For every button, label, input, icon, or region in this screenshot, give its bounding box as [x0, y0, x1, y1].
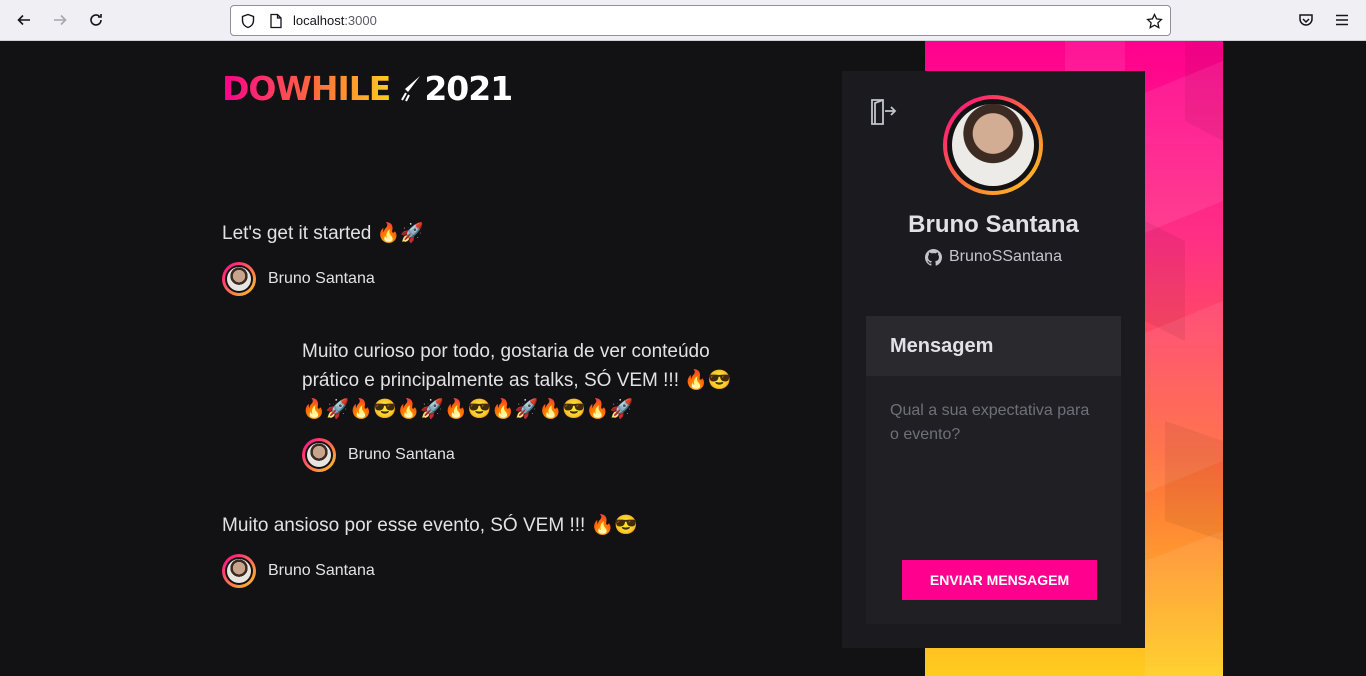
star-icon[interactable]: [1145, 12, 1163, 30]
user-name: Bruno Santana: [908, 211, 1079, 238]
github-handle: BrunoSSantana: [842, 248, 1145, 266]
github-icon: [925, 248, 942, 266]
reload-icon: [90, 14, 102, 26]
message-form: Mensagem Enviar mensagem: [866, 316, 1121, 624]
user-panel: Bruno Santana BrunoSSantana Mensagem Env…: [842, 71, 1145, 648]
author-name: Bruno Santana: [268, 562, 375, 579]
message-author: Bruno Santana: [302, 438, 752, 472]
message-item: Muito ansioso por esse evento, SÓ VEM !!…: [222, 511, 782, 588]
author-name: Bruno Santana: [268, 270, 375, 287]
page-icon: [267, 12, 285, 30]
logo-text: DOWHILE: [222, 68, 391, 108]
message-author: Bruno Santana: [222, 262, 782, 296]
url-bar[interactable]: localhost:3000: [230, 5, 1171, 36]
dowhile-logo: DOWHILE 2021: [222, 68, 513, 108]
menu-button[interactable]: [1328, 6, 1356, 34]
back-button[interactable]: [10, 6, 38, 34]
avatar: [302, 438, 336, 472]
url-text[interactable]: localhost:3000: [293, 13, 377, 28]
message-author: Bruno Santana: [222, 554, 782, 588]
message-text: Muito curioso por todo, gostaria de ver …: [302, 341, 732, 420]
page: DOWHILE 2021 Let's get it started 🔥🚀 Bru…: [0, 41, 1366, 676]
github-username: BrunoSSantana: [949, 248, 1062, 265]
avatar: [222, 262, 256, 296]
reload-button[interactable]: [82, 6, 110, 34]
shield-icon[interactable]: [239, 12, 257, 30]
browser-toolbar: localhost:3000: [0, 0, 1366, 41]
pocket-icon: [1299, 14, 1313, 26]
arrow-left-icon: [17, 14, 30, 26]
hamburger-menu-icon: [1336, 14, 1348, 26]
message-text: Muito ansioso por esse evento, SÓ VEM !!…: [222, 515, 638, 536]
message-item: Muito curioso por todo, gostaria de ver …: [302, 337, 752, 472]
form-title: Mensagem: [866, 316, 1121, 376]
logout-button[interactable]: [868, 97, 898, 127]
sign-out-icon: [871, 99, 897, 125]
author-name: Bruno Santana: [348, 446, 455, 463]
avatar: [222, 554, 256, 588]
message-text: Let's get it started 🔥🚀: [222, 223, 424, 244]
send-message-button[interactable]: Enviar mensagem: [902, 560, 1097, 600]
message-input[interactable]: [890, 399, 1100, 519]
arrow-right-icon: [54, 14, 67, 26]
forward-button[interactable]: [46, 6, 74, 34]
rocket-icon: [400, 74, 422, 102]
pocket-button[interactable]: [1292, 6, 1320, 34]
message-item: Let's get it started 🔥🚀 Bruno Santana: [222, 219, 782, 296]
logo-year: 2021: [424, 68, 513, 108]
user-avatar: [943, 95, 1043, 195]
